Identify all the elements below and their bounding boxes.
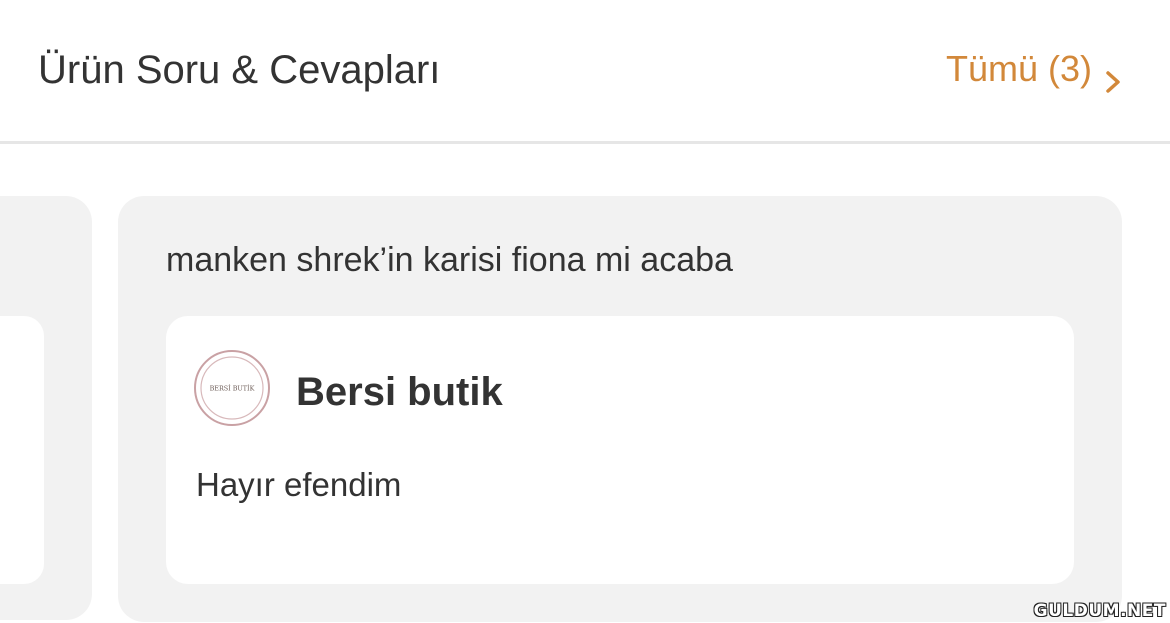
answer-text: Hayır efendim: [196, 466, 402, 503]
seller-name: Bersi butik: [296, 370, 503, 414]
qa-header: Ürün Soru & Cevapları Tümü (3): [0, 0, 1170, 144]
seller-logo: BERSİ BUTİK: [194, 350, 270, 426]
watermark: GULDUM.NET: [1033, 601, 1166, 621]
chevron-right-icon: [1102, 58, 1124, 93]
answer-box: BERSİ BUTİK Bersi butik Hayır efendim: [166, 316, 1074, 584]
seller-logo-text: BERSİ BUTİK: [210, 384, 255, 393]
question-text: manken shrek’in karisi fiona mi acaba: [166, 241, 733, 279]
see-all-link[interactable]: Tümü (3): [945, 46, 1124, 93]
qa-card-previous[interactable]: [0, 196, 92, 620]
page-title: Ürün Soru & Cevapları: [38, 48, 441, 92]
answer-box-previous: [0, 316, 44, 584]
see-all-label: Tümü (3): [945, 48, 1092, 89]
qa-carousel[interactable]: manken shrek’in karisi fiona mi acaba BE…: [0, 144, 1170, 623]
qa-card[interactable]: manken shrek’in karisi fiona mi acaba BE…: [118, 196, 1122, 622]
